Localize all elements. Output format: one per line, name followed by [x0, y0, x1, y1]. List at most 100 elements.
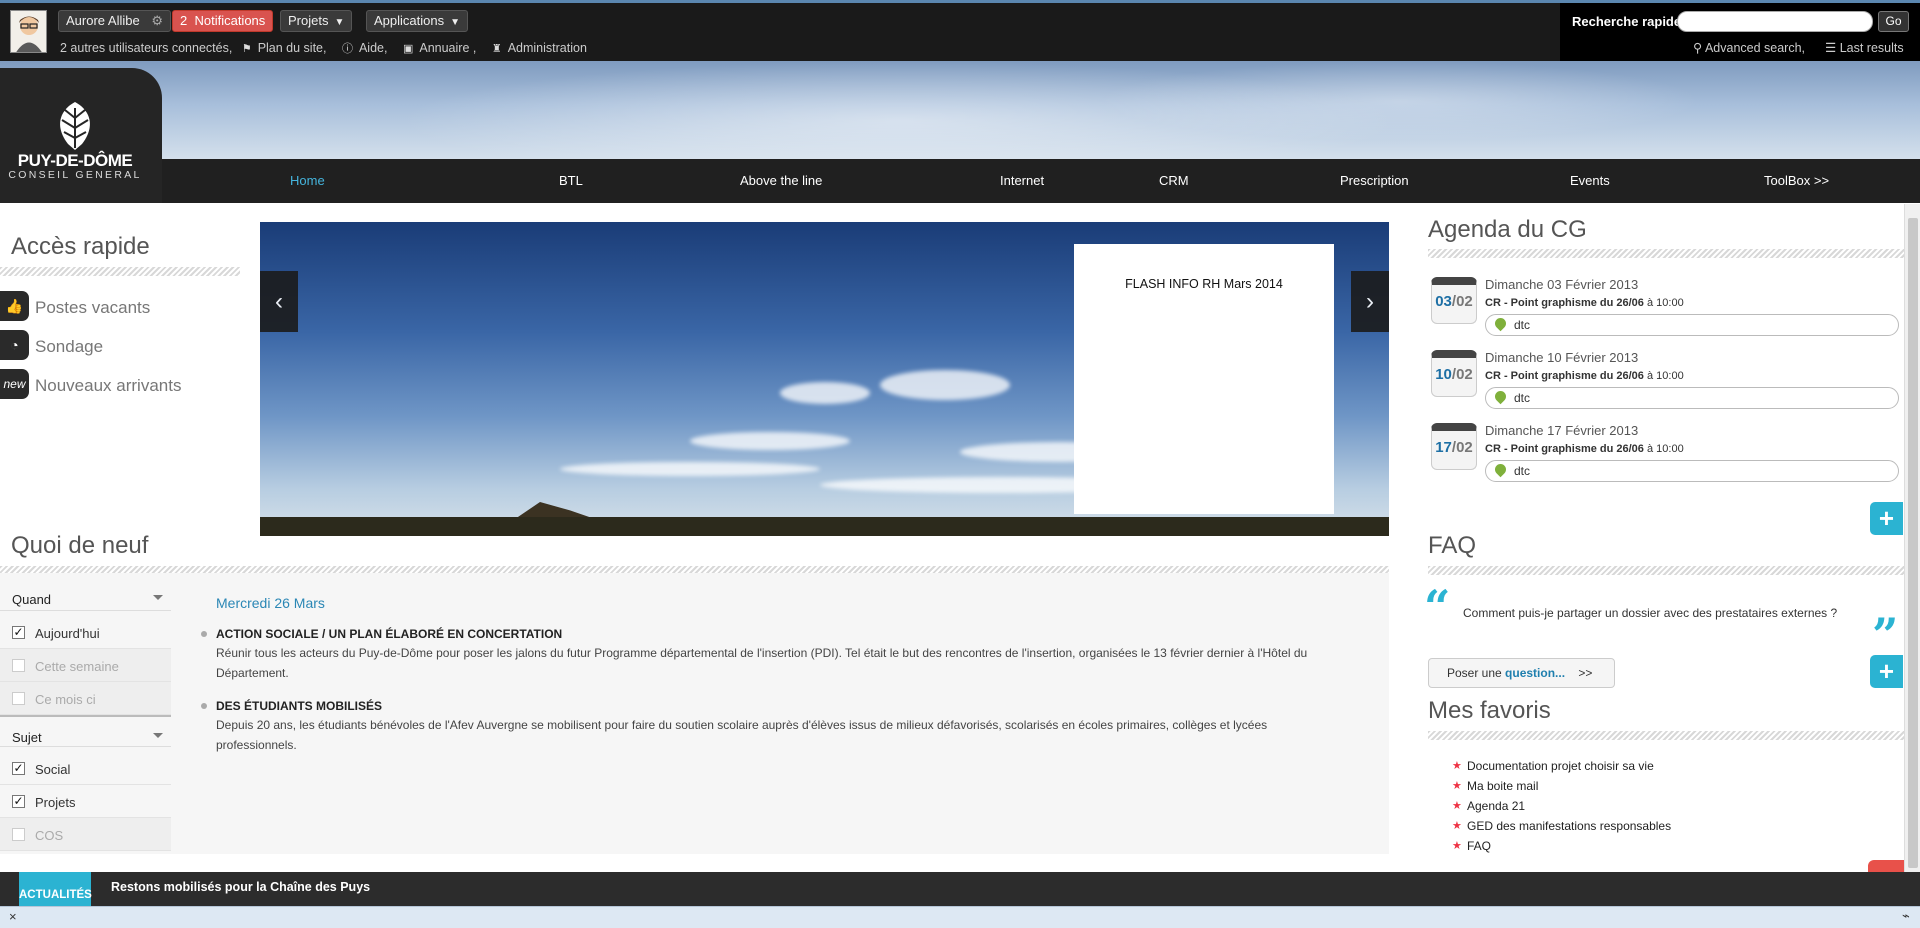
- chevron-left-icon: ‹: [275, 288, 283, 315]
- quick-access-label: Sondage: [35, 337, 104, 356]
- administration-link[interactable]: ♜ Administration: [492, 41, 593, 55]
- filter-option-social[interactable]: ✓ Social: [0, 752, 171, 785]
- top-links: 2 autres utilisateurs connectés, ⚑ Plan d…: [60, 40, 599, 56]
- nav-crm[interactable]: CRM: [1159, 173, 1189, 188]
- news-title[interactable]: Action sociale / Un plan élaboré en conc…: [216, 627, 1316, 641]
- section-divider: [1428, 566, 1904, 575]
- checkbox-checked[interactable]: ✓: [12, 762, 25, 775]
- logo-title: PUY-DE-DÔME: [17, 151, 133, 170]
- applications-dropdown[interactable]: Applications ▼: [366, 10, 469, 32]
- filter-option-projets[interactable]: ✓ Projets: [0, 785, 171, 818]
- quick-access-postes-vacants[interactable]: 👍 Postes vacants: [0, 291, 230, 323]
- quick-access-sondage[interactable]: ◔ Sondage: [0, 330, 230, 362]
- checkbox-checked[interactable]: ✓: [12, 795, 25, 808]
- chevron-down-icon: ▼: [334, 17, 345, 28]
- projets-label: Projets: [288, 13, 329, 28]
- filter-quand-header[interactable]: Quand: [0, 579, 171, 611]
- plan-du-site-link[interactable]: ⚑ Plan du site,: [242, 41, 333, 55]
- browser-status-bar: [0, 906, 1920, 928]
- user-menu-button[interactable]: Aurore Allibe ⚙: [58, 10, 171, 32]
- main-nav: [0, 159, 1920, 203]
- chevron-down-icon: [153, 733, 163, 743]
- news-title[interactable]: Des étudiants mobilisés: [216, 699, 1316, 713]
- plus-icon: +: [1878, 503, 1895, 533]
- checkbox-unchecked[interactable]: [12, 828, 25, 841]
- event-time: à 10:00: [1646, 443, 1684, 455]
- connected-users[interactable]: 2 autres utilisateurs connectés,: [60, 41, 232, 55]
- filter-option-ce-mois-ci[interactable]: Ce mois ci: [0, 682, 171, 715]
- nav-home[interactable]: Home: [290, 173, 325, 188]
- quick-access-label: Postes vacants: [35, 298, 151, 317]
- scrollbar-thumb[interactable]: [1908, 218, 1918, 868]
- quick-search-label: Recherche rapide: [1572, 14, 1682, 29]
- notifications-button[interactable]: 2 Notifications: [172, 10, 274, 32]
- checkbox-unchecked[interactable]: [12, 659, 25, 672]
- aide-link[interactable]: ⓘ Aide,: [342, 41, 394, 55]
- filter-option-label: COS: [35, 828, 64, 843]
- applications-label: Applications: [374, 13, 445, 28]
- resize-grip-icon[interactable]: ⌁: [1902, 908, 1910, 924]
- last-results-link[interactable]: ☰ Last results: [1825, 40, 1904, 55]
- checkbox-checked[interactable]: ✓: [12, 626, 25, 639]
- nav-prescription[interactable]: Prescription: [1340, 173, 1409, 188]
- nav-internet[interactable]: Internet: [1000, 173, 1044, 188]
- filter-option-cos[interactable]: COS: [0, 818, 171, 851]
- projets-dropdown[interactable]: Projets ▼: [280, 10, 353, 32]
- news-item[interactable]: Des étudiants mobilisés Depuis 20 ans, l…: [201, 699, 1316, 755]
- close-icon[interactable]: ×: [9, 909, 17, 924]
- filter-option-cette-semaine[interactable]: Cette semaine: [0, 649, 171, 682]
- nav-toolbox[interactable]: ToolBox >>: [1764, 173, 1829, 188]
- favoris-title: Mes favoris: [1428, 697, 1551, 724]
- flash-info-panel[interactable]: FLASH INFO RH Mars 2014: [1074, 244, 1334, 514]
- ask-prefix: Poser une: [1447, 666, 1502, 680]
- nav-above-the-line[interactable]: Above the line: [740, 173, 822, 188]
- slider-prev-button[interactable]: ‹: [260, 271, 298, 332]
- advanced-search-link[interactable]: ⚲ Advanced search,: [1693, 40, 1805, 55]
- slider-next-button[interactable]: ›: [1351, 271, 1389, 332]
- filter-option-aujourdhui[interactable]: ✓ Aujourd'hui: [0, 616, 171, 649]
- new-badge-icon: new: [0, 369, 29, 399]
- chevron-right-icon: ›: [1366, 288, 1374, 315]
- ticker-text[interactable]: Restons mobilisés pour la Chaîne des Puy…: [111, 880, 370, 894]
- calendar-icon: 17/02: [1431, 423, 1477, 470]
- agenda-event[interactable]: 10/02 Dimanche 10 Février 2013 CR - Poin…: [1429, 346, 1899, 409]
- search-go-button[interactable]: Go: [1878, 11, 1909, 32]
- section-divider: [1428, 731, 1904, 740]
- checkbox-unchecked[interactable]: [12, 692, 25, 705]
- faq-question[interactable]: Comment puis-je partager un dossier avec…: [1463, 606, 1837, 620]
- star-icon: ★: [1452, 780, 1462, 792]
- agenda-event[interactable]: 17/02 Dimanche 17 Février 2013 CR - Poin…: [1429, 419, 1899, 482]
- nav-events[interactable]: Events: [1570, 173, 1610, 188]
- info-icon: ⓘ: [341, 43, 353, 55]
- double-chevron-icon: >>: [1578, 666, 1593, 680]
- ask-link: question...: [1505, 666, 1566, 680]
- news-item[interactable]: Action sociale / Un plan élaboré en conc…: [201, 627, 1316, 683]
- filter-sujet-header[interactable]: Sujet: [0, 715, 171, 747]
- favorite-link[interactable]: ★ Documentation projet choisir sa vie: [1452, 759, 1654, 773]
- vertical-scrollbar[interactable]: [1904, 204, 1920, 872]
- star-icon: ★: [1452, 800, 1462, 812]
- event-title: CR - Point graphisme du 26/06: [1485, 370, 1644, 382]
- favorite-link[interactable]: ★ GED des manifestations responsables: [1452, 819, 1671, 833]
- quick-search-input[interactable]: [1677, 11, 1873, 32]
- ask-question-button[interactable]: Poser une question... >>: [1428, 658, 1615, 688]
- user-avatar[interactable]: [10, 10, 47, 53]
- favorite-link[interactable]: ★ Agenda 21: [1452, 799, 1525, 813]
- favorites-add-button[interactable]: [1868, 860, 1904, 872]
- quick-access-nouveaux-arrivants[interactable]: new Nouveaux arrivants: [0, 369, 230, 401]
- gear-icon: ⚙: [151, 13, 163, 28]
- map-pin-icon: [1492, 461, 1509, 478]
- plan-label: Plan du site,: [257, 41, 327, 55]
- annuaire-link[interactable]: ▣ Annuaire ,: [403, 41, 482, 55]
- news-date: Mercredi 26 Mars: [216, 595, 325, 611]
- event-place: dtc: [1514, 464, 1531, 478]
- faq-add-button[interactable]: +: [1870, 655, 1903, 688]
- agenda-event[interactable]: 03/02 Dimanche 03 Février 2013 CR - Poin…: [1429, 273, 1899, 336]
- nav-btl[interactable]: BTL: [559, 173, 583, 188]
- section-divider: [0, 267, 240, 276]
- favorite-link[interactable]: ★ FAQ: [1452, 839, 1491, 853]
- event-date: Dimanche 17 Février 2013: [1485, 423, 1639, 438]
- agenda-add-button[interactable]: +: [1870, 502, 1903, 535]
- favorite-link[interactable]: ★ Ma boite mail: [1452, 779, 1538, 793]
- event-date: Dimanche 10 Février 2013: [1485, 350, 1639, 365]
